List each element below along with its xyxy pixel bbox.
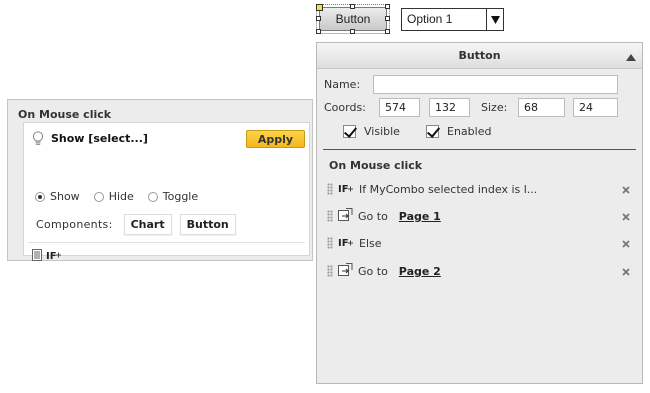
dropdown-arrow-icon[interactable] <box>486 9 503 30</box>
page-link[interactable]: Page 1 <box>399 210 441 223</box>
combo-value: Option 1 <box>407 12 453 26</box>
remove-icon[interactable] <box>622 238 630 251</box>
drag-handle-icon[interactable] <box>327 237 333 249</box>
action-editor-panel: On Mouse click Show [select...] Apply Sh… <box>7 99 313 262</box>
visible-checkbox-row[interactable]: Visible <box>343 125 400 138</box>
selection-handle-right[interactable] <box>385 16 390 21</box>
svg-text:IF: IF <box>338 238 349 248</box>
visibility-radio-group: Show Hide Toggle <box>35 190 198 203</box>
coords-label: Coords: <box>324 101 366 114</box>
radio-label: Hide <box>108 190 134 203</box>
radio-hide[interactable]: Hide <box>93 190 134 203</box>
component-chip-chart[interactable]: Chart <box>123 214 172 235</box>
width-field[interactable]: 68 <box>518 98 565 117</box>
lightbulb-icon <box>32 131 44 150</box>
if-icon: IF <box>338 182 354 197</box>
drag-handle-icon[interactable] <box>327 210 333 222</box>
visible-checkbox[interactable] <box>343 125 356 138</box>
canvas-button-widget[interactable]: Button <box>316 4 390 34</box>
divider <box>28 242 305 243</box>
apply-button[interactable]: Apply <box>246 130 305 148</box>
card-footer: IF <box>32 249 62 264</box>
divider <box>323 149 636 150</box>
section-title: On Mouse click <box>329 159 423 172</box>
drag-handle-icon[interactable] <box>327 183 333 195</box>
selection-handle-bottom[interactable] <box>350 29 355 34</box>
action-text: Go to <box>358 209 388 223</box>
y-coordinate-field[interactable]: 132 <box>429 98 470 117</box>
goto-page-icon <box>338 208 353 224</box>
radio-label: Show <box>50 190 80 203</box>
x-coordinate-field[interactable]: 574 <box>379 98 420 117</box>
add-if-icon[interactable]: IF <box>46 249 62 264</box>
selection-handle-top-left[interactable] <box>316 4 323 11</box>
size-label: Size: <box>481 101 508 114</box>
svg-text:IF: IF <box>338 184 349 194</box>
radio-button[interactable] <box>147 191 158 202</box>
action-text: Go to <box>358 264 388 278</box>
visible-label: Visible <box>364 125 400 138</box>
action-text: If MyCombo selected index is l... <box>359 182 538 196</box>
goto-page-icon <box>338 263 353 279</box>
action-row[interactable]: IF Else <box>327 233 634 253</box>
enabled-checkbox[interactable] <box>426 125 439 138</box>
action-row[interactable]: Go to Page 2 <box>327 261 634 281</box>
action-row[interactable]: Go to Page 1 <box>327 206 634 226</box>
enabled-checkbox-row[interactable]: Enabled <box>426 125 491 138</box>
selection-handle-top[interactable] <box>350 4 355 9</box>
panel-header: On Mouse click <box>18 108 112 121</box>
action-text: Else <box>359 236 382 250</box>
radio-show[interactable]: Show <box>35 190 80 203</box>
name-field[interactable] <box>373 75 618 94</box>
drag-handle-icon[interactable] <box>327 265 333 277</box>
radio-label: Toggle <box>162 190 199 203</box>
page-link[interactable]: Page 2 <box>399 265 441 278</box>
radio-button-checked[interactable] <box>35 191 45 202</box>
if-icon: IF <box>338 236 354 251</box>
action-row[interactable]: IF If MyCombo selected index is l... <box>327 179 634 199</box>
selection-handle-bottom-left[interactable] <box>316 29 321 34</box>
svg-text:IF: IF <box>46 251 57 261</box>
remove-icon[interactable] <box>622 184 630 197</box>
radio-button[interactable] <box>93 191 104 202</box>
canvas-button-label: Button <box>335 12 371 26</box>
radio-toggle[interactable]: Toggle <box>147 190 199 203</box>
properties-panel: Button Name: Coords: 574 132 Size: 68 24… <box>316 42 643 384</box>
selection-handle-left[interactable] <box>316 16 321 21</box>
action-card: Show [select...] Apply Show Hide Toggle … <box>23 122 310 262</box>
properties-title: Button <box>458 49 501 62</box>
components-label: Components: <box>36 218 113 231</box>
name-label: Name: <box>324 78 361 91</box>
collapse-arrow-icon[interactable] <box>626 51 636 64</box>
component-chip-button[interactable]: Button <box>179 214 236 235</box>
enabled-label: Enabled <box>447 125 492 138</box>
properties-header[interactable]: Button <box>317 43 642 69</box>
document-icon[interactable] <box>32 249 42 264</box>
components-row: Components: Chart Button <box>36 214 236 235</box>
height-field[interactable]: 24 <box>573 98 618 117</box>
canvas-combo-widget[interactable]: Option 1 <box>401 8 504 31</box>
remove-icon[interactable] <box>622 211 630 224</box>
selection-handle-bottom-right[interactable] <box>385 29 390 34</box>
remove-icon[interactable] <box>622 266 630 279</box>
selection-handle-top-right[interactable] <box>385 4 390 9</box>
action-title[interactable]: Show [select...] <box>51 132 148 145</box>
